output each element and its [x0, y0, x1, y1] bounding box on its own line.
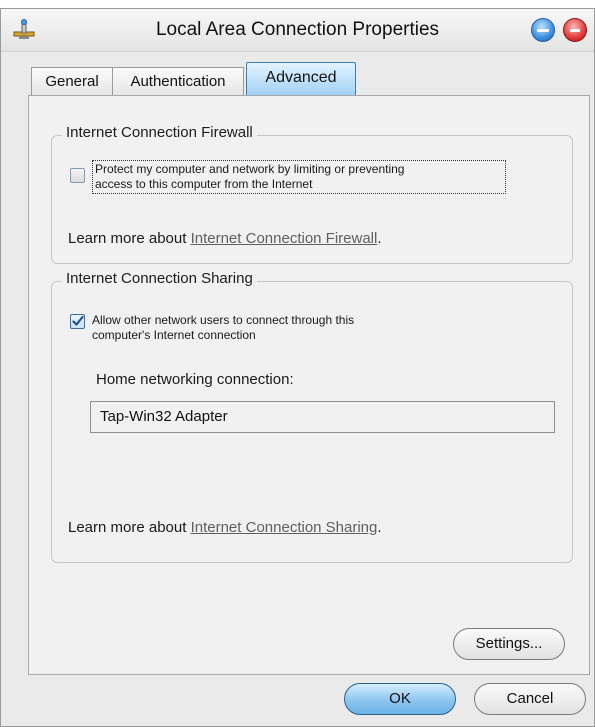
cancel-button[interactable]: Cancel: [474, 683, 586, 715]
firewall-checkbox-label-line2: access to this computer from the Interne…: [95, 177, 313, 191]
firewall-checkbox-label[interactable]: Protect my computer and network by limit…: [92, 160, 506, 194]
sharing-legend: Internet Connection Sharing: [62, 270, 257, 287]
properties-dialog: Local Area Connection Properties General…: [0, 8, 595, 727]
settings-button[interactable]: Settings...: [453, 628, 565, 660]
tab-general[interactable]: General: [31, 67, 113, 96]
sharing-checkbox-label[interactable]: Allow other network users to connect thr…: [92, 313, 492, 343]
firewall-checkbox-label-line1: Protect my computer and network by limit…: [95, 162, 405, 176]
minimize-icon[interactable]: [531, 18, 555, 42]
firewall-groupbox: Internet Connection Firewall Protect my …: [51, 124, 573, 264]
sharing-checkbox-label-line1: Allow other network users to connect thr…: [92, 313, 355, 327]
window-title: Local Area Connection Properties: [155, 19, 440, 40]
firewall-learn-more: Learn more about Internet Connection Fir…: [68, 230, 382, 247]
firewall-learn-suffix: .: [377, 230, 382, 247]
sharing-learn-suffix: .: [377, 519, 382, 536]
sharing-learn-more: Learn more about Internet Connection Sha…: [68, 519, 382, 536]
tab-advanced[interactable]: Advanced: [246, 62, 356, 96]
firewall-legend: Internet Connection Firewall: [62, 124, 257, 141]
close-icon[interactable]: [563, 18, 587, 42]
tab-authentication[interactable]: Authentication: [112, 67, 244, 96]
sharing-checkbox-label-line2: computer's Internet connection: [92, 328, 256, 342]
ok-button[interactable]: OK: [344, 683, 456, 715]
title-bar[interactable]: Local Area Connection Properties: [1, 9, 594, 52]
firewall-learn-prefix: Learn more about: [68, 230, 191, 247]
advanced-tab-panel: Internet Connection Firewall Protect my …: [28, 95, 590, 675]
firewall-help-link[interactable]: Internet Connection Firewall: [191, 230, 378, 247]
firewall-checkbox[interactable]: [70, 168, 85, 183]
sharing-groupbox: Internet Connection Sharing Allow other …: [51, 270, 573, 563]
sharing-checkbox[interactable]: [70, 314, 85, 329]
checkmark-icon: [72, 315, 84, 326]
home-connection-select[interactable]: Tap-Win32 Adapter: [90, 401, 555, 433]
home-connection-label: Home networking connection:: [96, 371, 294, 388]
sharing-help-link[interactable]: Internet Connection Sharing: [191, 519, 378, 536]
sharing-learn-prefix: Learn more about: [68, 519, 191, 536]
